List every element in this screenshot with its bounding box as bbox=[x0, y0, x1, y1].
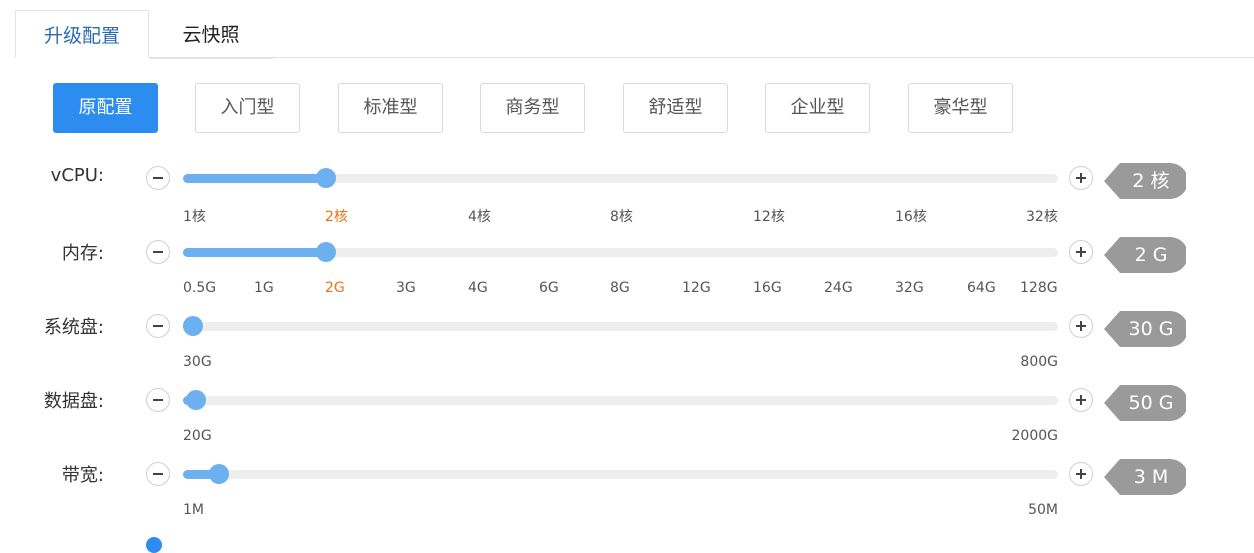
tab-cloud-snapshot[interactable]: 云快照 bbox=[149, 10, 273, 59]
memory-tick-label[interactable]: 3G bbox=[396, 280, 416, 296]
system-disk-value-tag: 30 G bbox=[1104, 311, 1186, 347]
vcpu-tick-label[interactable]: 1核 bbox=[183, 206, 206, 226]
memory-tick-label[interactable]: 128G bbox=[1020, 280, 1058, 296]
system-disk-increment-button[interactable] bbox=[1069, 314, 1093, 338]
vcpu-slider-fill bbox=[183, 174, 326, 183]
bandwidth-tick-label[interactable]: 50M bbox=[1028, 502, 1058, 518]
data-disk-label: 数据盘: bbox=[43, 391, 104, 412]
memory-increment-button[interactable] bbox=[1069, 240, 1093, 264]
preset-business-button[interactable]: 商务型 bbox=[480, 83, 585, 133]
data-disk-decrement-button[interactable] bbox=[146, 388, 170, 412]
memory-tick-label[interactable]: 8G bbox=[610, 280, 630, 296]
system-disk-tick-label[interactable]: 800G bbox=[1020, 354, 1058, 370]
bandwidth-value: 3 M bbox=[1133, 466, 1169, 488]
memory-tick-label[interactable]: 6G bbox=[539, 280, 559, 296]
memory-tick-label[interactable]: 64G bbox=[967, 280, 996, 296]
data-disk-slider-track[interactable] bbox=[183, 390, 1058, 410]
tab-upgrade-config[interactable]: 升级配置 bbox=[15, 10, 149, 58]
vcpu-tick-label[interactable]: 16核 bbox=[895, 206, 927, 226]
preset-original-button[interactable]: 原配置 bbox=[53, 83, 158, 133]
memory-decrement-button[interactable] bbox=[146, 240, 170, 264]
preset-comfort-button[interactable]: 舒适型 bbox=[623, 83, 728, 133]
memory-tick-label[interactable]: 2G bbox=[325, 280, 345, 296]
bandwidth-label: 带宽: bbox=[61, 465, 104, 486]
vcpu-label: vCPU: bbox=[50, 165, 104, 186]
system-disk-slider-handle[interactable] bbox=[183, 316, 203, 336]
vcpu-value-tag: 2 核 bbox=[1104, 163, 1186, 199]
tab-cloud-snapshot-label: 云快照 bbox=[182, 24, 240, 46]
memory-tick-label[interactable]: 12G bbox=[682, 280, 711, 296]
plus-icon bbox=[1076, 469, 1086, 479]
bandwidth-slider-handle[interactable] bbox=[209, 464, 229, 484]
data-disk-increment-button[interactable] bbox=[1069, 388, 1093, 412]
minus-icon bbox=[153, 251, 163, 253]
memory-tick-label[interactable]: 0.5G bbox=[183, 280, 216, 296]
minus-icon bbox=[153, 399, 163, 401]
data-disk-value: 50 G bbox=[1128, 392, 1174, 414]
system-disk-decrement-button[interactable] bbox=[146, 314, 170, 338]
system-disk-slider-track[interactable] bbox=[183, 316, 1058, 336]
memory-value: 2 G bbox=[1134, 244, 1168, 266]
vcpu-slider-handle[interactable] bbox=[316, 168, 336, 188]
memory-tick-label[interactable]: 24G bbox=[824, 280, 853, 296]
data-disk-value-tag: 50 G bbox=[1104, 385, 1186, 421]
plus-icon bbox=[1076, 247, 1086, 257]
vcpu-increment-button[interactable] bbox=[1069, 166, 1093, 190]
data-disk-slider-handle[interactable] bbox=[186, 390, 206, 410]
vcpu-tick-label[interactable]: 4核 bbox=[468, 206, 491, 226]
minus-icon bbox=[153, 325, 163, 327]
memory-tick-label[interactable]: 4G bbox=[468, 280, 488, 296]
system-disk-label: 系统盘: bbox=[43, 317, 104, 338]
memory-slider-handle[interactable] bbox=[316, 242, 336, 262]
vcpu-tick-label[interactable]: 8核 bbox=[610, 206, 633, 226]
preset-luxury-button[interactable]: 豪华型 bbox=[908, 83, 1013, 133]
vcpu-slider-track[interactable] bbox=[183, 168, 1058, 188]
memory-tick-label[interactable]: 32G bbox=[895, 280, 924, 296]
info-icon bbox=[146, 537, 162, 553]
memory-slider-track[interactable] bbox=[183, 242, 1058, 262]
memory-tick-label[interactable]: 1G bbox=[254, 280, 274, 296]
tab-bar: 升级配置 云快照 bbox=[0, 0, 1254, 59]
preset-standard-button[interactable]: 标准型 bbox=[338, 83, 443, 133]
system-disk-value: 30 G bbox=[1128, 318, 1174, 340]
plus-icon bbox=[1076, 173, 1086, 183]
minus-icon bbox=[153, 177, 163, 179]
bandwidth-increment-button[interactable] bbox=[1069, 462, 1093, 486]
memory-tick-label[interactable]: 16G bbox=[753, 280, 782, 296]
minus-icon bbox=[153, 473, 163, 475]
data-disk-tick-label[interactable]: 2000G bbox=[1012, 428, 1058, 444]
bandwidth-slider-track[interactable] bbox=[183, 464, 1058, 484]
plus-icon bbox=[1076, 395, 1086, 405]
vcpu-tick-label[interactable]: 32核 bbox=[1026, 206, 1058, 226]
plus-icon bbox=[1076, 321, 1086, 331]
memory-label: 内存: bbox=[61, 243, 104, 264]
bandwidth-tick-label[interactable]: 1M bbox=[183, 502, 204, 518]
bandwidth-decrement-button[interactable] bbox=[146, 462, 170, 486]
system-disk-tick-label[interactable]: 30G bbox=[183, 354, 212, 370]
memory-value-tag: 2 G bbox=[1104, 237, 1186, 273]
preset-enterprise-button[interactable]: 企业型 bbox=[765, 83, 870, 133]
vcpu-value: 2 核 bbox=[1132, 170, 1170, 192]
data-disk-tick-label[interactable]: 20G bbox=[183, 428, 212, 444]
memory-slider-fill bbox=[183, 248, 326, 257]
preset-entry-button[interactable]: 入门型 bbox=[195, 83, 300, 133]
bandwidth-value-tag: 3 M bbox=[1104, 459, 1186, 495]
vcpu-tick-label[interactable]: 2核 bbox=[325, 206, 348, 226]
vcpu-tick-label[interactable]: 12核 bbox=[753, 206, 785, 226]
vcpu-decrement-button[interactable] bbox=[146, 166, 170, 190]
